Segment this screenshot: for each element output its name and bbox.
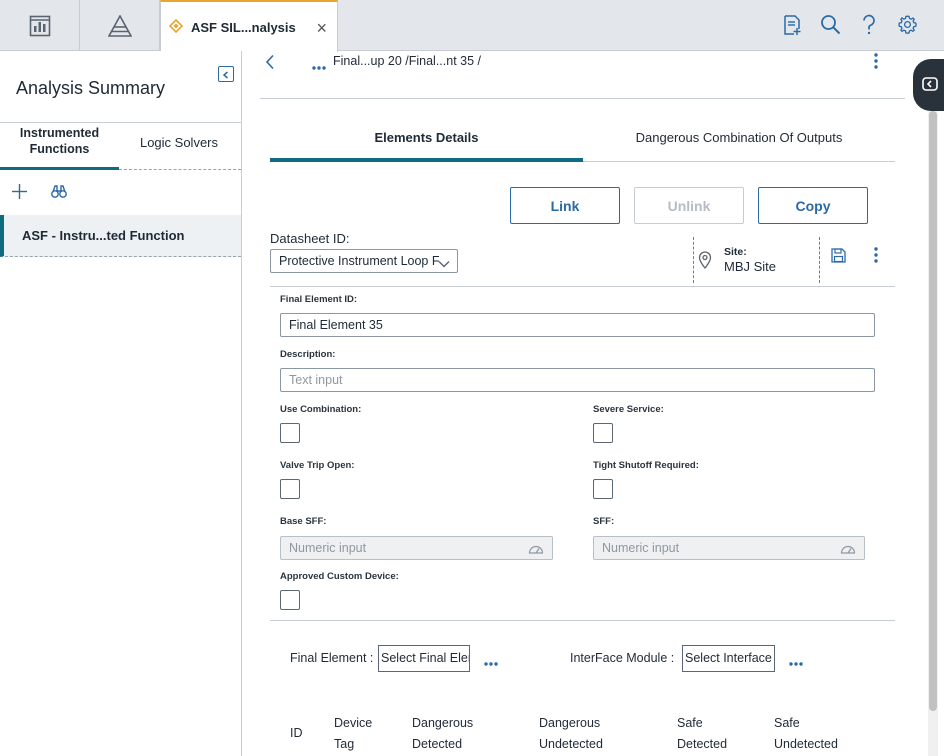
main-content: Final...up 20 /Final...nt 35 / Elements … — [242, 51, 944, 756]
diamond-icon — [168, 18, 184, 36]
tab-label: ASF SIL...nalysis — [191, 19, 296, 35]
approved-custom-device-label: Approved Custom Device: — [280, 571, 399, 582]
tab-instrumented-functions[interactable]: Instrumented Functions — [0, 123, 119, 170]
base-sff-input[interactable]: Numeric input — [280, 536, 553, 560]
breadcrumb-more-icon[interactable] — [312, 58, 326, 73]
search-icon[interactable] — [820, 14, 841, 38]
header-text: Device — [334, 716, 373, 730]
unlink-button[interactable]: Unlink — [634, 187, 744, 224]
detail-tabs: Elements Details Dangerous Combination O… — [270, 119, 895, 162]
copy-button[interactable]: Copy — [758, 187, 868, 224]
column-header-safe-detected[interactable]: Safe Detected — [677, 713, 727, 755]
tab-asf-sil-analysis[interactable]: ASF SIL...nalysis × — [160, 0, 338, 52]
header-text: Detected — [412, 737, 463, 751]
interface-module-more-icon[interactable] — [789, 654, 803, 669]
final-element-select-label: Final Element : — [290, 651, 374, 665]
final-element-select[interactable]: Select Final Elen — [378, 645, 470, 672]
sff-input[interactable]: Numeric input — [593, 536, 865, 560]
site-label: Site: — [724, 246, 747, 258]
datasheet-label: Datasheet ID: — [270, 231, 350, 246]
use-combination-label: Use Combination: — [280, 404, 362, 415]
scrollbar-thumb[interactable] — [929, 111, 937, 711]
header-text: ID — [290, 726, 303, 740]
tab-logic-solvers[interactable]: Logic Solvers — [120, 135, 238, 150]
top-bar: ASF SIL...nalysis × — [0, 0, 944, 52]
tab-label: Instrumented Functions — [19, 126, 100, 156]
divider — [270, 286, 895, 287]
divider — [819, 237, 820, 283]
chevron-left-icon — [222, 67, 230, 82]
header-text: Tag — [334, 737, 355, 751]
panel-tabs: Instrumented Functions Logic Solvers — [0, 122, 241, 170]
save-icon[interactable] — [831, 248, 846, 266]
header-text: Safe — [774, 716, 800, 730]
header-text: Safe — [677, 716, 703, 730]
datasheet-select[interactable]: Protective Instrument Loop F — [270, 249, 458, 273]
location-pin-icon — [698, 251, 712, 272]
valve-trip-open-label: Valve Trip Open: — [280, 460, 355, 471]
tab-label: Dangerous Combination Of Outputs — [635, 130, 843, 145]
binoculars-icon[interactable] — [51, 185, 67, 201]
header-text: Detected — [677, 737, 728, 751]
divider — [260, 98, 905, 99]
final-element-more-icon[interactable] — [484, 654, 498, 669]
help-icon[interactable] — [861, 14, 877, 39]
gear-icon[interactable] — [897, 14, 918, 38]
more-options-icon[interactable] — [874, 247, 878, 266]
pyramid-button[interactable] — [80, 0, 160, 51]
tab-elements-details[interactable]: Elements Details — [270, 119, 583, 162]
side-panel-toggle[interactable] — [913, 59, 944, 111]
collapse-panel-button[interactable] — [218, 66, 234, 82]
use-combination-checkbox[interactable] — [280, 423, 300, 443]
final-element-id-input[interactable]: Final Element 35 — [280, 313, 875, 337]
column-header-dangerous-detected[interactable]: Dangerous Detected — [412, 713, 473, 755]
valve-trip-open-checkbox[interactable] — [280, 479, 300, 499]
header-text: Undetected — [774, 737, 838, 751]
divider — [270, 620, 895, 621]
final-element-id-label: Final Element ID: — [280, 294, 358, 305]
gauge-icon — [528, 542, 544, 557]
description-label: Description: — [280, 349, 336, 360]
description-input[interactable]: Text input — [280, 368, 875, 392]
tab-label: Elements Details — [374, 130, 479, 145]
add-icon[interactable] — [12, 184, 27, 202]
tight-shutoff-label: Tight Shutoff Required: — [593, 460, 699, 471]
list-item[interactable]: ASF - Instru...ted Function — [0, 215, 241, 257]
close-icon[interactable]: × — [316, 19, 327, 37]
pyramid-icon — [107, 14, 132, 37]
header-text: Dangerous — [412, 716, 474, 730]
panel-toolbar — [0, 171, 241, 215]
panel-title: Analysis Summary — [16, 78, 166, 98]
sff-label: SFF: — [593, 516, 615, 527]
header-text: Undetected — [539, 737, 603, 751]
panel-toggle-icon — [922, 76, 938, 94]
column-header-dangerous-undetected[interactable]: Dangerous Undetected — [539, 713, 603, 755]
report-add-icon[interactable] — [782, 14, 802, 39]
more-options-icon[interactable] — [874, 53, 878, 72]
interface-module-select-label: InterFace Module : — [570, 651, 675, 665]
site-value: MBJ Site — [724, 259, 777, 274]
list-item-label: ASF - Instru...ted Function — [22, 228, 185, 243]
back-icon[interactable] — [265, 54, 275, 73]
interface-module-select[interactable]: Select Interface — [682, 645, 775, 672]
tight-shutoff-checkbox[interactable] — [593, 479, 613, 499]
tab-label: Logic Solvers — [139, 135, 219, 150]
divider — [693, 237, 694, 283]
column-header-safe-undetected[interactable]: Safe Undetected — [774, 713, 838, 755]
column-header-id[interactable]: ID — [290, 723, 303, 744]
dashboard-icon — [29, 15, 51, 37]
gauge-icon — [840, 542, 856, 557]
approved-custom-device-checkbox[interactable] — [280, 590, 300, 610]
tab-dangerous-combination[interactable]: Dangerous Combination Of Outputs — [583, 119, 895, 145]
severe-service-label: Severe Service: — [593, 404, 664, 415]
link-button[interactable]: Link — [510, 187, 620, 224]
left-panel: Analysis Summary Instrumented Functions … — [0, 51, 242, 756]
dashboard-button[interactable] — [0, 0, 80, 51]
breadcrumb[interactable]: Final...up 20 /Final...nt 35 / — [333, 54, 481, 68]
chevron-down-icon — [438, 256, 450, 271]
header-text: Dangerous — [539, 716, 601, 730]
column-header-device-tag[interactable]: Device Tag — [334, 713, 372, 755]
base-sff-label: Base SFF: — [280, 516, 327, 527]
severe-service-checkbox[interactable] — [593, 423, 613, 443]
